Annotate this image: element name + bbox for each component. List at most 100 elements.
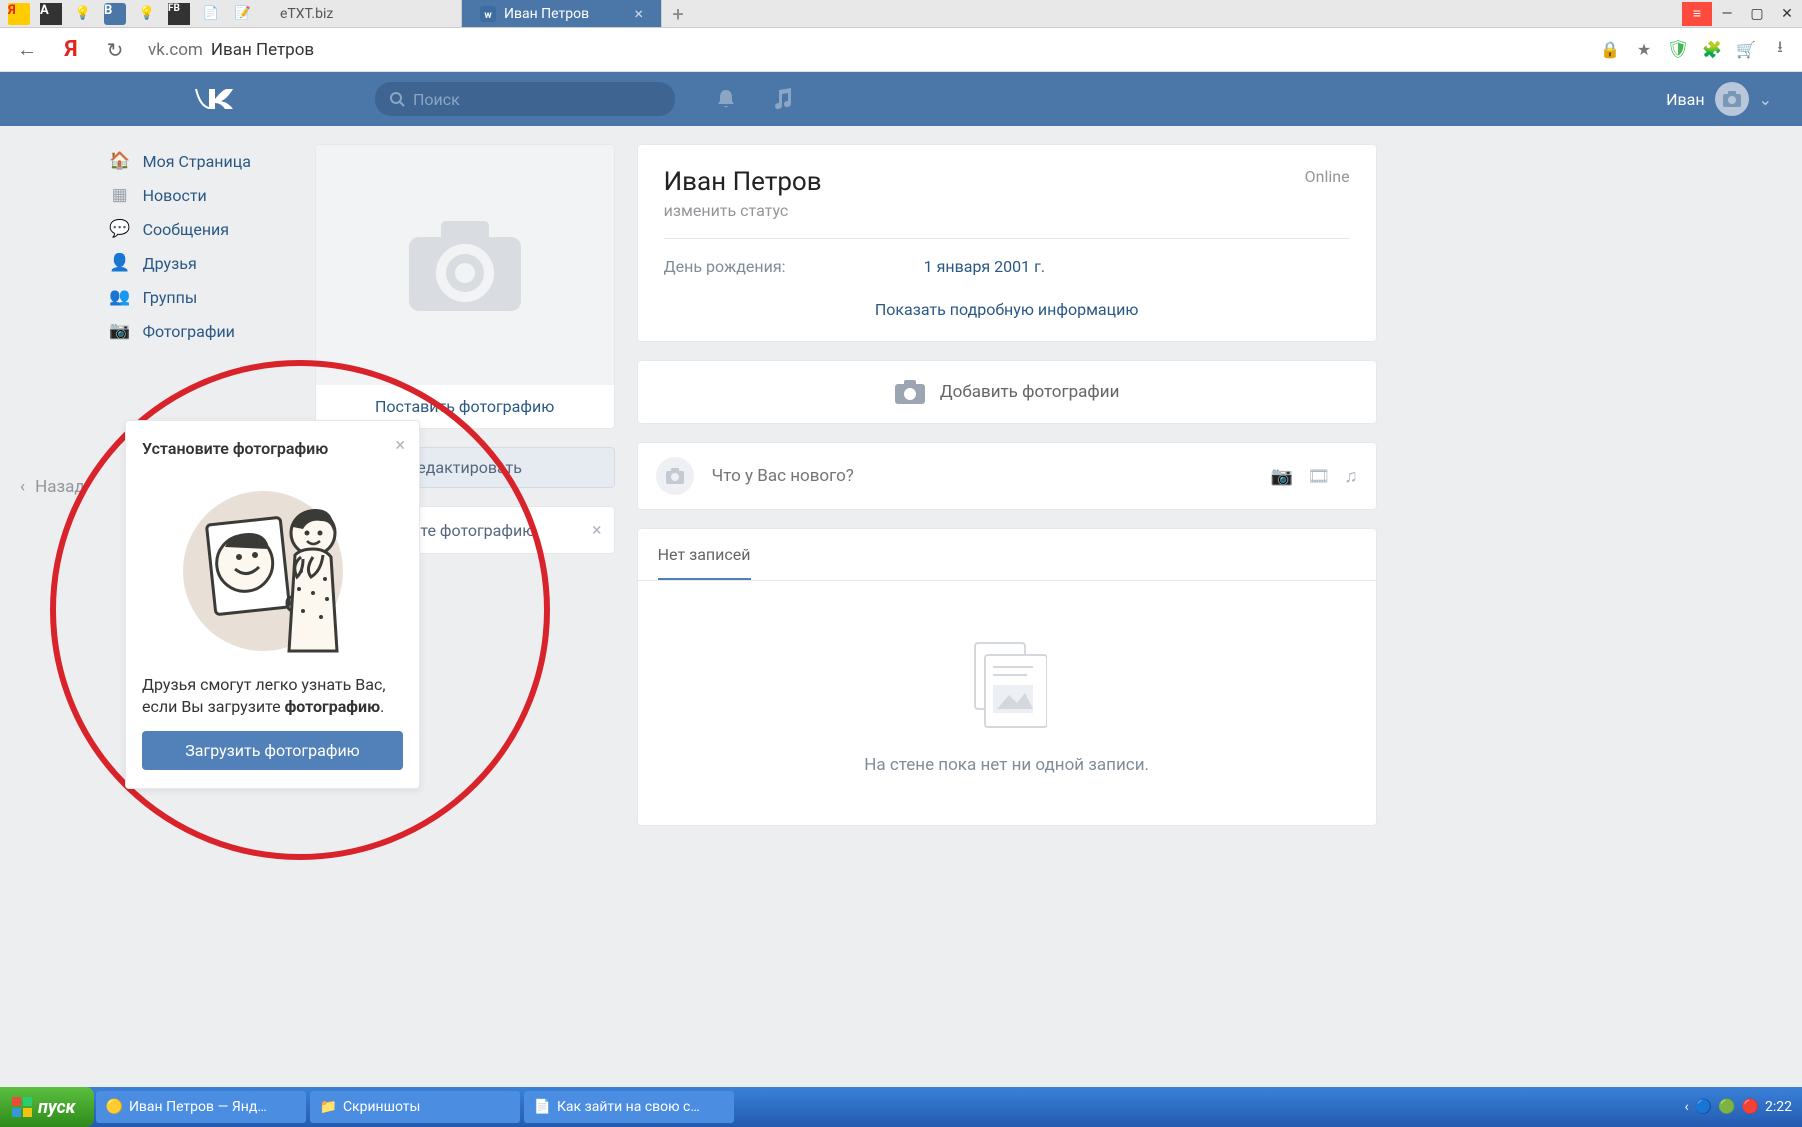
extension-icon-1[interactable]: 🧩 [1700, 38, 1724, 62]
nav-friends[interactable]: 👤Друзья [103, 246, 293, 280]
bookmark-star-icon[interactable]: ★ [1632, 38, 1656, 62]
chevron-left-icon: ‹ [20, 477, 25, 497]
tb-label: Иван Петров — Янд… [129, 1099, 267, 1115]
shield-icon[interactable]: 🛡 [1666, 38, 1690, 62]
system-tray[interactable]: ‹ 🔵 🟢 🔴 2:22 [1674, 1099, 1802, 1115]
nav-label: Новости [143, 186, 207, 205]
downloads-icon[interactable]: ⭳ [1768, 38, 1792, 62]
pinned-tab-bulb[interactable]: 💡 [68, 2, 98, 26]
url-box[interactable]: vk.com Иван Петров [148, 40, 314, 60]
taskbar-item-3[interactable]: 📄Как зайти на свою с… [524, 1091, 734, 1123]
attach-music-icon[interactable]: ♫ [1344, 466, 1358, 487]
extension-icon-2[interactable]: 🛒 [1734, 38, 1758, 62]
search-input[interactable] [413, 90, 661, 109]
vk-header: Иван ⌄ [0, 72, 1802, 126]
tray-icon[interactable]: ‹ [1684, 1099, 1688, 1115]
tab-close-icon[interactable]: × [634, 4, 643, 23]
attach-video-icon[interactable]: 🎞 [1307, 466, 1330, 487]
window-minimize[interactable]: — [1712, 2, 1742, 26]
profile-name: Иван Петров [664, 167, 822, 197]
add-photos-card[interactable]: Добавить фотографии [637, 360, 1377, 424]
nav-label: Друзья [143, 254, 197, 273]
birthday-value[interactable]: 1 января 2001 г. [924, 257, 1045, 276]
show-more-info-link[interactable]: Показать подробную информацию [664, 294, 1350, 319]
birthday-label: День рождения: [664, 257, 864, 276]
empty-doc-icon [967, 641, 1047, 731]
nav-photos[interactable]: 📷Фотографии [103, 314, 293, 348]
news-icon: ▦ [109, 185, 131, 205]
new-tab-button[interactable]: + [662, 0, 694, 27]
attach-photo-icon[interactable]: 📷 [1271, 466, 1293, 487]
pinned-tab-extra2[interactable]: 📝 [228, 2, 258, 26]
window-close[interactable]: ✕ [1772, 2, 1802, 26]
taskbar: пуск 🟡Иван Петров — Янд… 📁Скриншоты 📄Как… [0, 1087, 1802, 1127]
taskbar-item-1[interactable]: 🟡Иван Петров — Янд… [96, 1091, 306, 1123]
svg-text:w: w [484, 10, 492, 21]
tray-clock[interactable]: 2:22 [1765, 1099, 1792, 1115]
user-name: Иван [1666, 90, 1705, 109]
attachment-icons: 📷 🎞 ♫ [1271, 466, 1358, 487]
tray-icon[interactable]: 🔴 [1742, 1099, 1759, 1115]
pinned-tab-a[interactable]: A [36, 2, 66, 26]
nav-label: Сообщения [143, 220, 229, 239]
birthday-row: День рождения: 1 января 2001 г. [664, 257, 1350, 276]
reload-button[interactable]: ↻ [98, 33, 132, 67]
lock-icon[interactable]: 🔒 [1598, 38, 1622, 62]
change-status-link[interactable]: изменить статус [664, 201, 822, 220]
pinned-tab-fb[interactable]: FB [164, 2, 194, 26]
profile-photo-placeholder[interactable] [316, 145, 614, 385]
nav-messages[interactable]: 💬Сообщения [103, 212, 293, 246]
separator [664, 238, 1350, 239]
posts-tab-none[interactable]: Нет записей [658, 545, 751, 580]
vk-favicon: w [480, 6, 496, 22]
main-column: Иван Петров изменить статус Online День … [637, 144, 1377, 826]
back-link[interactable]: ‹ Назад [20, 144, 85, 826]
start-button[interactable]: пуск [0, 1087, 94, 1127]
pinned-tab-bulb2[interactable]: 💡 [132, 2, 162, 26]
nav-news[interactable]: ▦ Новости [103, 178, 293, 212]
search-icon [389, 91, 405, 107]
popup-title: Установите фотографию [142, 439, 403, 458]
vk-user-menu[interactable]: Иван ⌄ [1666, 82, 1772, 116]
url-host: vk.com [148, 40, 203, 60]
tray-icon[interactable]: 🔵 [1695, 1099, 1712, 1115]
popup-upload-button[interactable]: Загрузить фотографию [142, 731, 403, 770]
set-photo-popup: Установите фотографию × Друзья смогут ле… [125, 420, 420, 789]
nav-back-button[interactable]: ← [10, 33, 44, 67]
browser-tab-active[interactable]: w Иван Петров × [462, 0, 662, 27]
notifications-bell-icon[interactable] [715, 88, 737, 110]
pinned-tab-extra1[interactable]: 📄 [196, 2, 226, 26]
posts-card: Нет записей На стене пока нет ни одной з… [637, 528, 1377, 826]
tb-label: Как зайти на свою с… [557, 1099, 700, 1115]
nav-label: Моя Страница [143, 152, 251, 171]
pinned-tab-icons: Я A 💡 В 💡 FB 📄 📝 [0, 0, 262, 27]
window-maximize[interactable]: ▢ [1742, 2, 1772, 26]
popup-close-icon[interactable]: × [395, 435, 405, 456]
yandex-search-button[interactable]: Я [54, 33, 88, 67]
nav-groups[interactable]: 👥 Группы [103, 280, 293, 314]
taskbar-item-2[interactable]: 📁Скриншоты [310, 1091, 520, 1123]
popup-illustration-icon [142, 466, 403, 666]
close-icon[interactable]: × [592, 520, 602, 541]
back-label: Назад [35, 477, 85, 497]
address-bar: ← Я ↻ vk.com Иван Петров 🔒 ★ 🛡 🧩 🛒 ⭳ [0, 28, 1802, 72]
pinned-tab-yandex[interactable]: Я [4, 2, 34, 26]
address-bar-right: 🔒 ★ 🛡 🧩 🛒 ⭳ [1598, 38, 1792, 62]
music-note-icon[interactable] [773, 88, 793, 110]
yandex-menu-button[interactable]: ≡ [1682, 2, 1712, 26]
chevron-down-icon: ⌄ [1759, 90, 1772, 109]
nav-label: Группы [143, 288, 198, 307]
whats-new-input[interactable] [712, 466, 1253, 486]
vk-logo[interactable] [195, 87, 315, 111]
pinned-tab-vk[interactable]: В [100, 2, 130, 26]
tray-icon[interactable]: 🟢 [1718, 1099, 1735, 1115]
nav-my-page[interactable]: 🏠Моя Страница [103, 144, 293, 178]
groups-icon: 👥 [109, 287, 131, 307]
vk-search-box[interactable] [375, 82, 675, 116]
online-status: Online [1305, 167, 1350, 186]
browser-tab-bar: Я A 💡 В 💡 FB 📄 📝 eTXT.biz w Иван Петров … [0, 0, 1802, 28]
avatar [1715, 82, 1749, 116]
url-path: Иван Петров [211, 40, 314, 60]
browser-tab-etxt[interactable]: eTXT.biz [262, 0, 462, 27]
vk-header-icons [715, 88, 793, 110]
